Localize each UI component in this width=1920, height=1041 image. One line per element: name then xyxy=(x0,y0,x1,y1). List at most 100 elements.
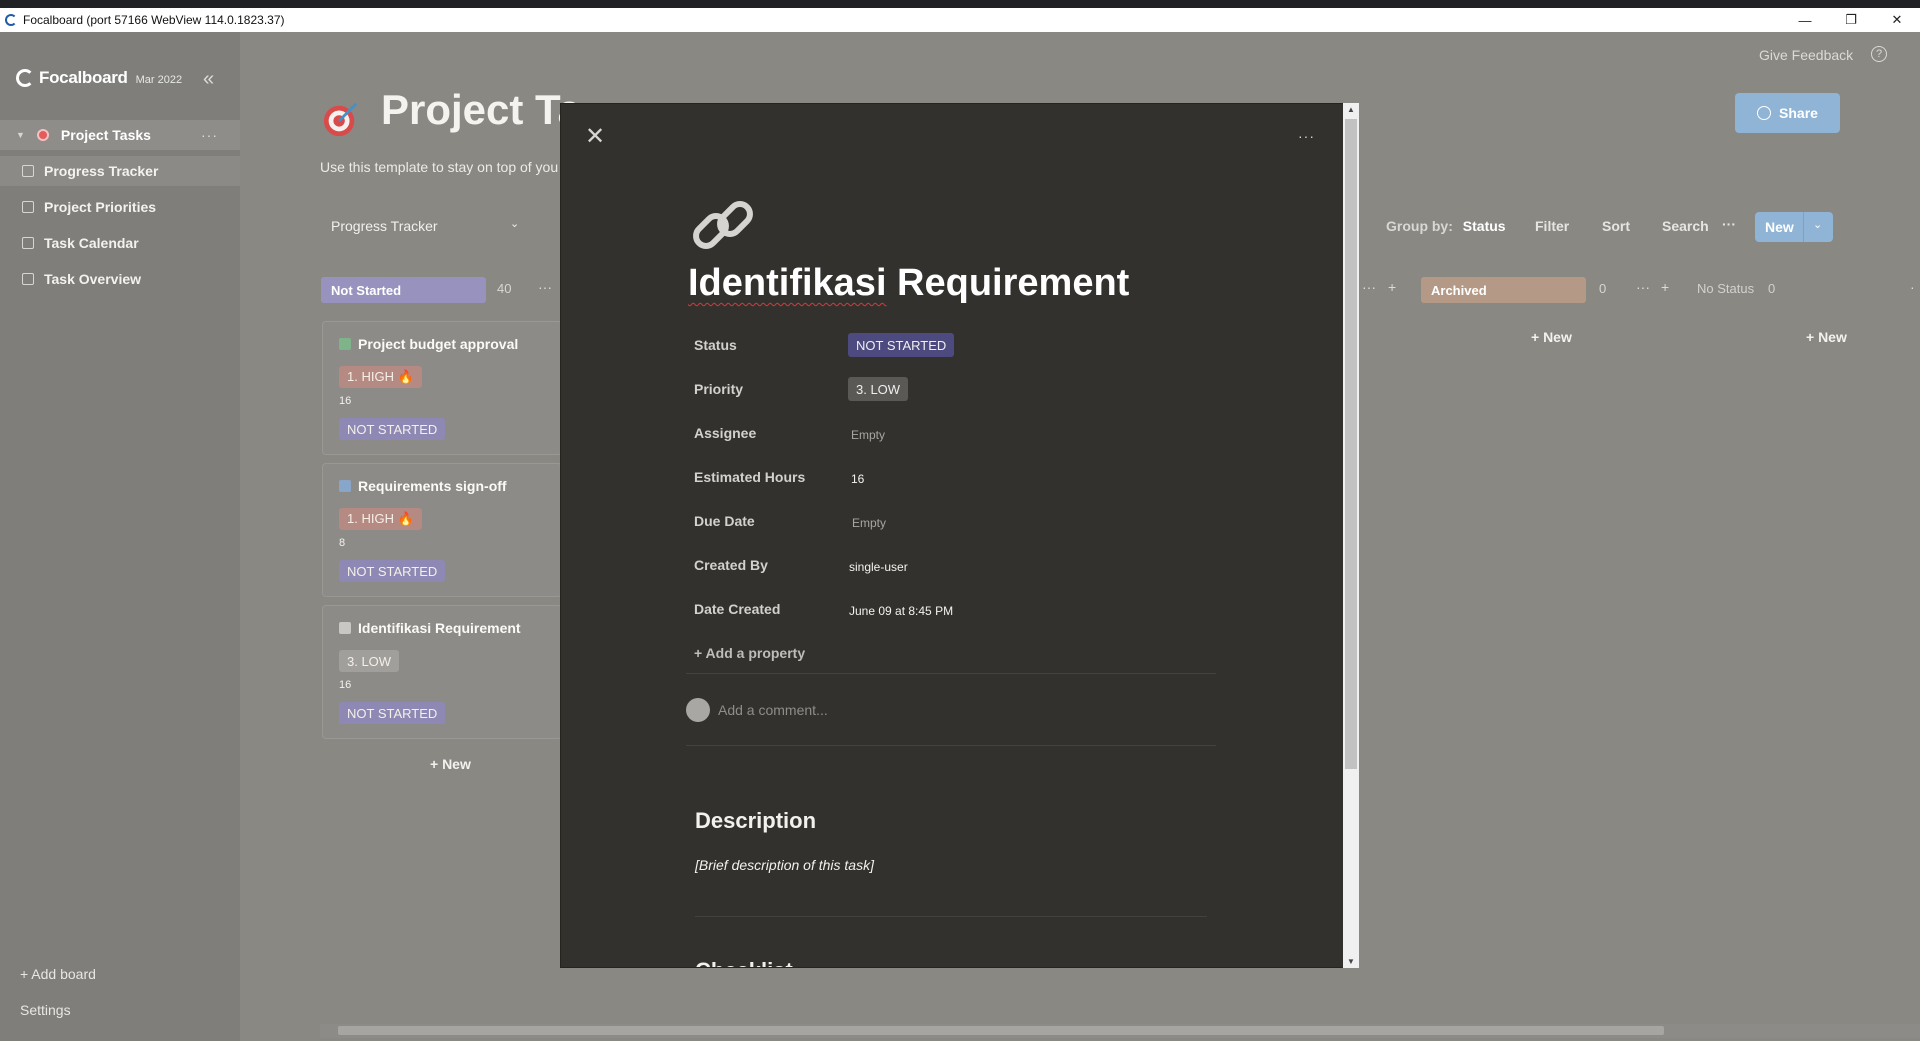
version-label: Mar 2022 xyxy=(135,73,183,86)
link-icon xyxy=(339,622,351,634)
priority-tag: 1. HIGH 🔥 xyxy=(339,508,422,530)
give-feedback-link[interactable]: Give Feedback xyxy=(1759,47,1853,63)
column-menu-icon[interactable]: ··· xyxy=(1636,279,1650,295)
filter-button[interactable]: Filter xyxy=(1535,218,1569,234)
window-title: Focalboard (port 57166 WebView 114.0.182… xyxy=(23,13,285,27)
status-tag: NOT STARTED xyxy=(339,560,446,582)
property-row-created-by: Created By single-user xyxy=(694,557,1314,587)
property-name[interactable]: Estimated Hours xyxy=(694,469,805,485)
card-hours: 16 xyxy=(339,395,352,407)
date-created-value: June 09 at 8:45 PM xyxy=(849,604,954,618)
add-card-no-status-button[interactable]: + New xyxy=(1806,329,1847,345)
add-property-button[interactable]: + Add a property xyxy=(694,645,805,661)
minimize-button[interactable]: — xyxy=(1782,8,1828,32)
share-button[interactable]: Share xyxy=(1735,93,1840,133)
property-name[interactable]: Date Created xyxy=(694,601,780,617)
board-card[interactable]: Identifikasi Requirement 3. LOW 16 NOT S… xyxy=(322,605,562,739)
property-row-estimated-hours: Estimated Hours 16 xyxy=(694,469,1314,499)
column-header-archived[interactable]: Archived xyxy=(1421,277,1586,303)
description-text[interactable]: [Brief description of this task] xyxy=(695,857,874,873)
card-title: Requirements sign-off xyxy=(358,478,507,494)
priority-select[interactable]: 3. LOW xyxy=(848,377,909,401)
card-title: Project budget approval xyxy=(358,336,519,352)
status-select[interactable]: NOT STARTED xyxy=(848,333,955,357)
logo: Focalboard Mar 2022 xyxy=(16,68,182,88)
table-view-icon xyxy=(22,273,34,285)
window-titlebar: Focalboard (port 57166 WebView 114.0.182… xyxy=(0,8,1920,32)
column-label: Archived xyxy=(1431,282,1487,298)
add-card-not-started-button[interactable]: + New xyxy=(430,756,471,772)
sidebar-board-project-tasks[interactable]: ▼ Project Tasks ··· xyxy=(0,120,240,150)
column-menu-icon[interactable]: · xyxy=(1910,279,1915,295)
scroll-down-icon[interactable]: ▼ xyxy=(1343,957,1359,966)
status-tag: NOT STARTED xyxy=(339,702,446,724)
priority-tag: 3. LOW xyxy=(339,650,400,672)
property-name[interactable]: Due Date xyxy=(694,513,755,529)
more-options-icon[interactable]: ··· xyxy=(1298,128,1315,144)
divider xyxy=(686,745,1216,746)
column-label: Not Started xyxy=(331,282,402,298)
assignee-field[interactable]: Empty xyxy=(851,428,885,442)
dialog-scrollbar[interactable]: ▲ ▼ xyxy=(1343,103,1359,968)
collapse-sidebar-icon[interactable]: « xyxy=(203,68,214,91)
column-count: 40 xyxy=(497,281,512,296)
card-title-part: Identifikasi xyxy=(688,262,887,304)
avatar xyxy=(686,698,710,722)
group-by-value: Status xyxy=(1462,218,1506,234)
share-label: Share xyxy=(1779,105,1818,121)
property-name[interactable]: Assignee xyxy=(694,425,756,441)
property-name[interactable]: Created By xyxy=(694,557,768,573)
chevron-down-icon[interactable]: ⌄ xyxy=(1813,218,1822,231)
board-card[interactable]: Requirements sign-off 1. HIGH 🔥 8 NOT ST… xyxy=(322,463,562,597)
board-title[interactable]: Project Ta xyxy=(381,86,581,134)
sidebar-view-label: Project Priorities xyxy=(44,199,157,215)
priority-tag: 1. HIGH 🔥 xyxy=(339,366,422,388)
maximize-button[interactable]: ❐ xyxy=(1828,8,1874,32)
column-count: 0 xyxy=(1768,281,1776,296)
sidebar-view-label: Progress Tracker xyxy=(44,163,159,179)
property-name[interactable]: Priority xyxy=(694,381,743,397)
chevron-down-icon[interactable]: ⌄ xyxy=(510,217,519,230)
group-by-button[interactable]: Group by: Status xyxy=(1386,218,1506,234)
estimated-hours-field[interactable]: 16 xyxy=(851,472,864,486)
add-card-icon[interactable]: + xyxy=(1388,279,1396,295)
search-button[interactable]: Search xyxy=(1662,218,1709,234)
settings-button[interactable]: Settings xyxy=(20,1002,71,1018)
link-icon[interactable] xyxy=(690,193,758,259)
column-menu-icon[interactable]: ··· xyxy=(1362,279,1376,295)
horizontal-scrollbar[interactable] xyxy=(320,1024,1920,1038)
column-header-no-status[interactable]: No Status xyxy=(1697,281,1754,296)
focalboard-logo-icon xyxy=(16,69,34,87)
board-description[interactable]: Use this template to stay on top of you xyxy=(320,159,558,175)
sidebar-view-progress-tracker[interactable]: Progress Tracker xyxy=(0,156,240,186)
more-options-icon[interactable]: ··· xyxy=(1722,216,1736,232)
sidebar-view-project-priorities[interactable]: Project Priorities xyxy=(0,192,240,222)
close-window-button[interactable]: ✕ xyxy=(1874,8,1920,32)
board-card[interactable]: Project budget approval 1. HIGH 🔥 16 NOT… xyxy=(322,321,562,455)
comment-input[interactable]: Add a comment... xyxy=(718,702,828,718)
add-board-button[interactable]: + Add board xyxy=(20,966,96,982)
sidebar-view-task-calendar[interactable]: Task Calendar xyxy=(0,228,240,258)
new-card-button[interactable]: New ⌄ xyxy=(1755,212,1833,242)
board-menu-icon[interactable]: ··· xyxy=(201,127,218,143)
due-date-field[interactable]: Empty xyxy=(852,516,886,530)
column-header-not-started[interactable]: Not Started xyxy=(321,277,486,303)
scrollbar-thumb[interactable] xyxy=(1345,119,1357,769)
sidebar-view-task-overview[interactable]: Task Overview xyxy=(0,264,240,294)
add-card-archived-button[interactable]: + New xyxy=(1531,329,1572,345)
card-title-heading[interactable]: Identifikasi Requirement xyxy=(688,262,1129,305)
sidebar-view-label: Task Overview xyxy=(44,271,142,287)
chevron-down-icon[interactable]: ▼ xyxy=(16,130,25,140)
help-icon[interactable]: ? xyxy=(1871,46,1887,62)
property-name[interactable]: Status xyxy=(694,337,737,353)
sort-button[interactable]: Sort xyxy=(1602,218,1630,234)
target-icon[interactable] xyxy=(322,100,360,138)
checklist-clip: Checklist xyxy=(560,940,1343,967)
view-selector[interactable]: Progress Tracker xyxy=(331,218,438,234)
column-menu-icon[interactable]: ··· xyxy=(538,279,552,295)
add-card-icon[interactable]: + xyxy=(1661,279,1669,295)
sidebar: Focalboard Mar 2022 « ▼ Project Tasks ··… xyxy=(0,32,240,1041)
scroll-up-icon[interactable]: ▲ xyxy=(1343,105,1359,114)
close-icon[interactable]: ✕ xyxy=(585,125,605,149)
scrollbar-thumb[interactable] xyxy=(338,1026,1664,1035)
